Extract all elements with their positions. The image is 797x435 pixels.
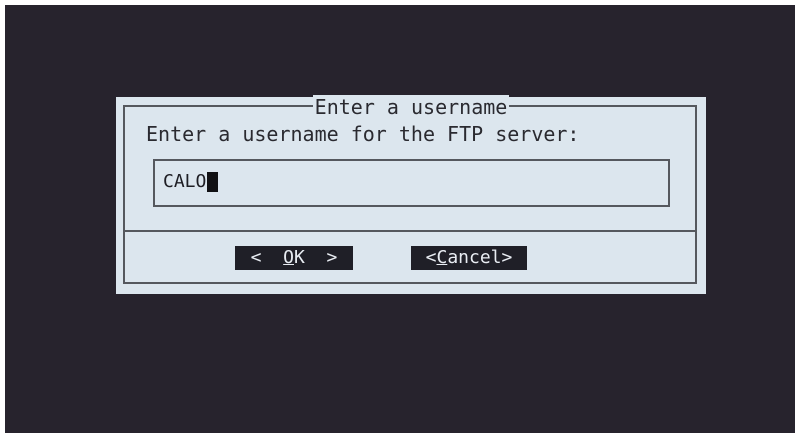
username-input-value: CALO [163,171,207,192]
ok-button-rest: K > [294,247,338,268]
username-input[interactable]: CALO [153,159,670,207]
ok-button-hotkey: O [283,247,294,268]
terminal-screen: Enter a username Enter a username for th… [5,5,795,433]
ok-button[interactable]: < OK > [235,246,353,270]
cancel-button[interactable]: <Cancel> [411,246,527,270]
dialog-divider [123,230,697,232]
dialog-prompt: Enter a username for the FTP server: [146,122,580,146]
username-dialog: Enter a username Enter a username for th… [116,95,706,294]
username-input-value-wrapper: CALO [163,171,219,193]
cancel-button-hotkey: C [436,247,448,268]
cancel-button-rest: ancel> [447,247,513,268]
dialog-title: Enter a username [116,95,706,119]
cancel-button-left: < [425,247,437,268]
dialog-title-text: Enter a username [312,95,510,119]
ok-button-left: < [250,247,284,268]
text-cursor [207,172,219,192]
